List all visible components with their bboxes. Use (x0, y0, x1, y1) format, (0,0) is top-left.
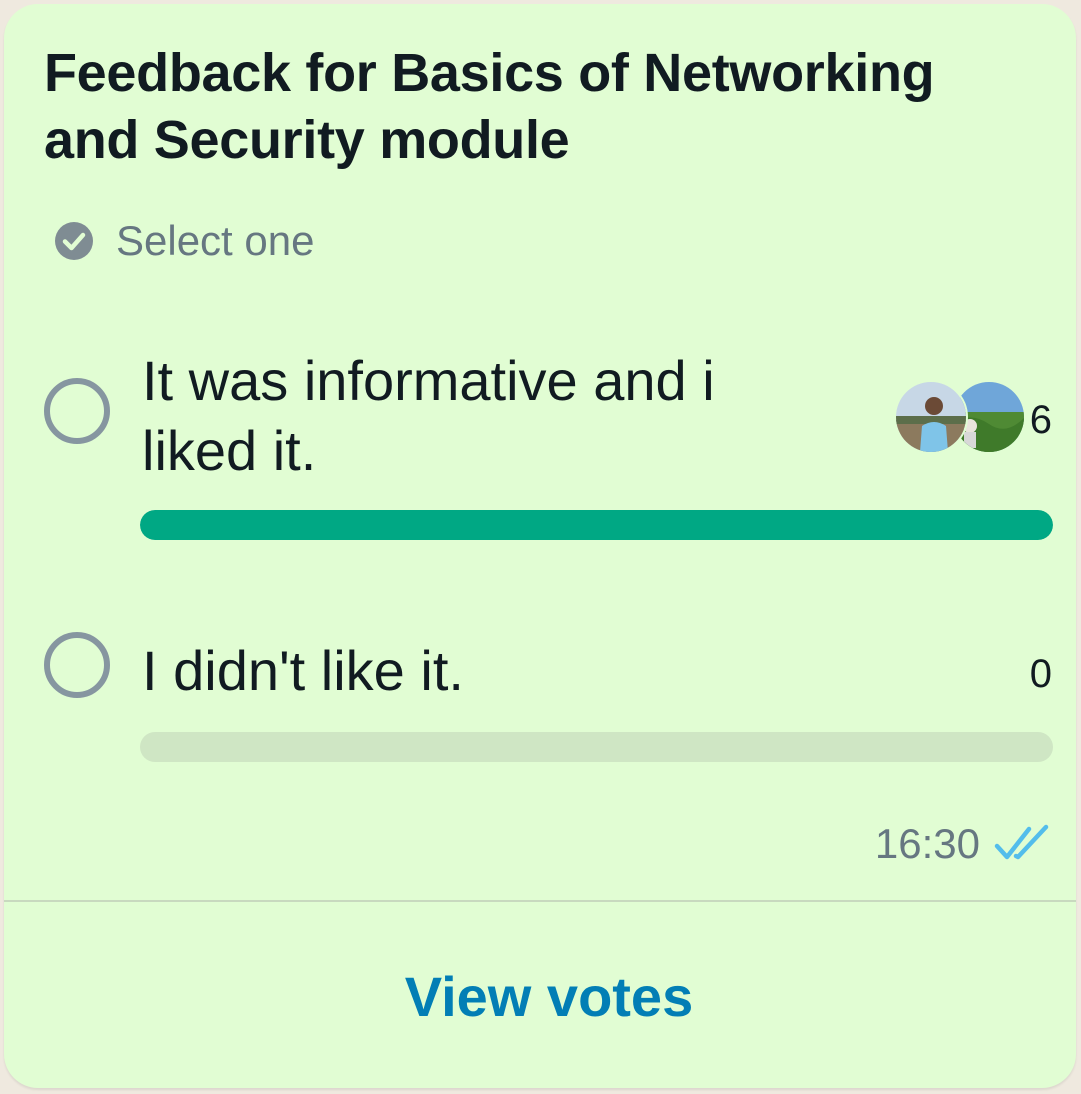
vote-bar (140, 732, 1053, 762)
option-label: I didn't like it. (142, 639, 464, 702)
message-time: 16:30 (874, 820, 980, 867)
voter-avatars[interactable] (894, 380, 1026, 454)
avatar-photo-icon (896, 382, 966, 452)
vote-bar-fill (140, 510, 1053, 540)
vote-bar (140, 510, 1053, 540)
radio-circle-icon[interactable] (44, 378, 110, 444)
check-circle-icon (55, 222, 93, 260)
vote-count: 0 (1029, 652, 1052, 696)
vote-count: 6 (1029, 398, 1052, 442)
radio-circle-icon[interactable] (44, 632, 110, 698)
poll-title: Feedback for Basics of Networking and Se… (44, 43, 935, 170)
voter-avatar (894, 380, 968, 454)
select-hint: Select one (54, 216, 314, 266)
option-label: It was informative and i liked it. (142, 349, 715, 482)
view-votes-button[interactable]: View votes (4, 964, 1076, 1029)
message-meta: 16:30 (875, 816, 1056, 872)
hint-text: Select one (116, 217, 315, 264)
double-check-read-icon (994, 824, 1049, 860)
divider (4, 900, 1076, 902)
poll-message-bubble: Feedback for Basics of Networking and Se… (4, 4, 1076, 1088)
